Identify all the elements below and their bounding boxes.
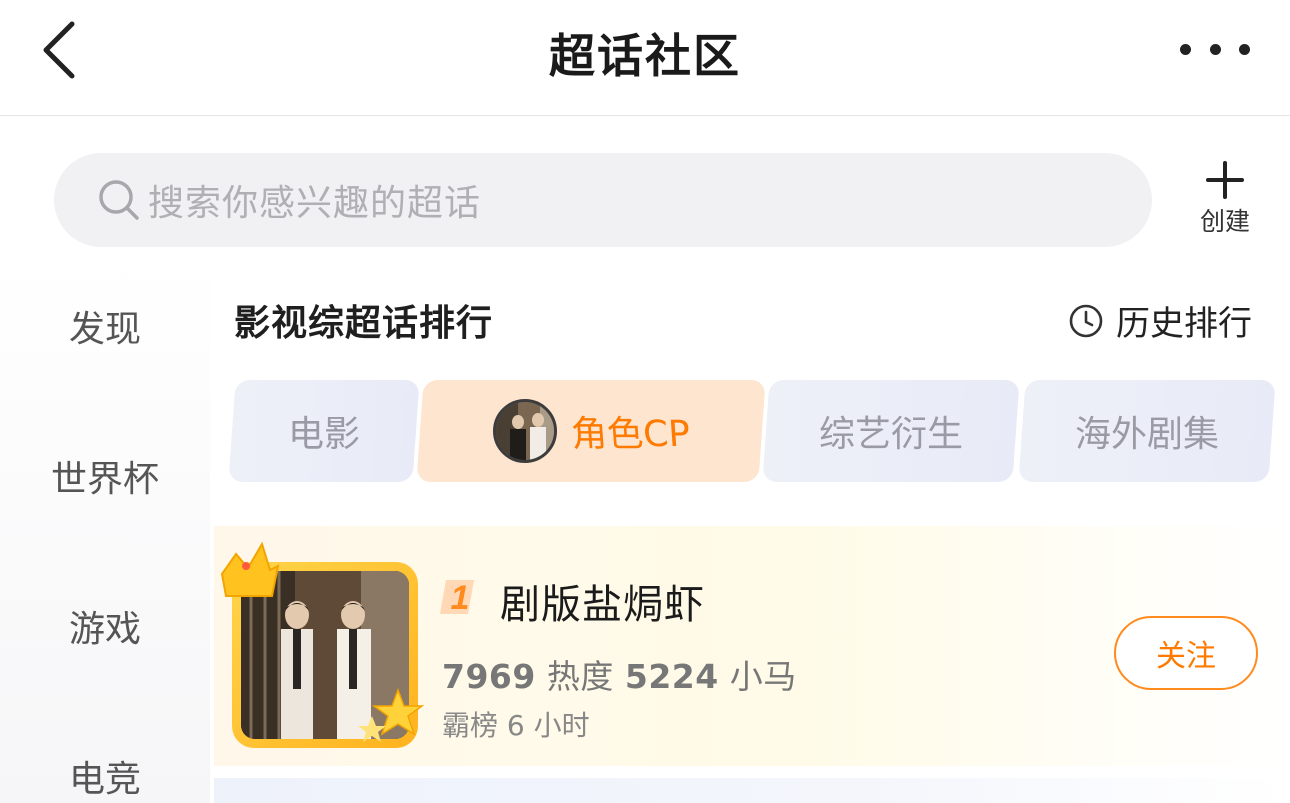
sidebar-item-games[interactable]: 游戏 [0, 600, 210, 652]
tab-overseas-series[interactable]: 海外剧集 [1018, 380, 1276, 482]
sidebar-item-esports[interactable]: 电竞 [0, 750, 210, 802]
topic-stats: 7969 热度 5224 小马 [442, 650, 797, 698]
plus-icon [1206, 161, 1244, 199]
history-ranking-button[interactable]: 历史排行 [1068, 296, 1252, 345]
stars-decoration-icon [358, 687, 425, 742]
pony-label: 小马 [729, 657, 797, 696]
top-nav-bar: 超话社区 [0, 0, 1290, 116]
tab-label: 海外剧集 [1074, 414, 1219, 455]
clock-icon [1069, 304, 1103, 337]
heat-value: 7969 [442, 657, 536, 696]
more-dot [1239, 43, 1250, 55]
tab-character-cp[interactable]: 角色CP [416, 380, 766, 482]
rank-number: 1 [451, 579, 470, 616]
tab-label: 角色CP [569, 414, 692, 455]
more-dot [1209, 43, 1221, 55]
create-label: 创建 [1199, 207, 1250, 236]
sidebar-item-discover[interactable]: 发现 [0, 300, 210, 352]
search-icon [99, 180, 139, 220]
more-options-button[interactable] [1180, 36, 1250, 62]
tab-thumbnail [492, 399, 557, 463]
rank-crown-badge-icon [220, 541, 280, 597]
create-button[interactable]: 创建 [1190, 160, 1260, 240]
page-title: 超话社区 [549, 29, 741, 83]
more-horizontal-icon [1180, 43, 1191, 55]
tab-content: 角色CP [492, 399, 692, 463]
sidebar-item-world-cup[interactable]: 世界杯 [0, 450, 210, 502]
topic-name[interactable]: 剧版盐焗虾 [500, 572, 705, 630]
section-title: 影视综超话排行 [234, 303, 494, 344]
ranking-list-item[interactable] [214, 778, 1290, 803]
heat-label: 热度 [546, 657, 614, 696]
tab-label: 综艺衍生 [818, 414, 963, 455]
tab-movies[interactable]: 电影 [228, 380, 420, 482]
pony-value: 5224 [624, 657, 719, 696]
top-duration-text: 霸榜 6 小时 [442, 709, 590, 742]
tab-label: 电影 [287, 414, 360, 455]
tab-variety-derivatives[interactable]: 综艺衍生 [762, 380, 1020, 482]
category-sidebar: 发现 世界杯 游戏 电竞 [0, 252, 210, 803]
search-placeholder: 搜索你感兴趣的超话 [148, 183, 482, 224]
search-input[interactable]: 搜索你感兴趣的超话 [54, 153, 1152, 247]
history-ranking-label: 历史排行 [1116, 304, 1252, 344]
follow-button[interactable]: 关注 [1114, 616, 1258, 690]
rank-number-icon: 1 [440, 579, 474, 616]
